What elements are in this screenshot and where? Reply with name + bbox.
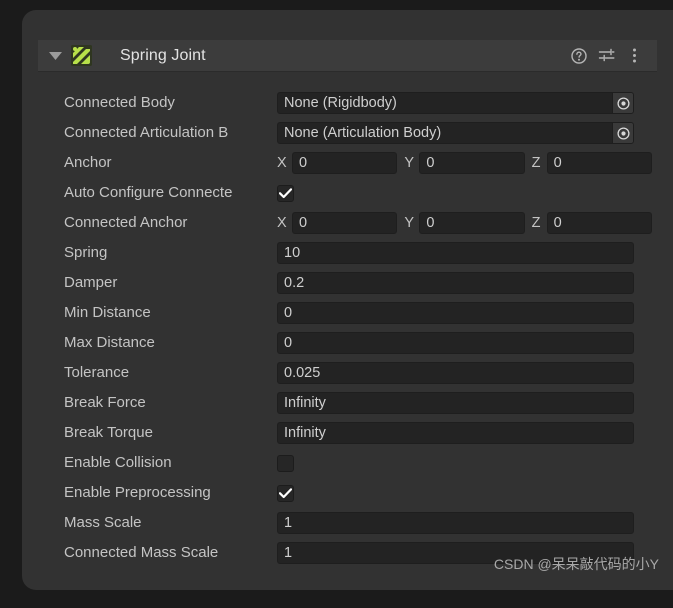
component-header[interactable]: Spring Joint: [38, 40, 657, 72]
row-label-break-torque: Break Torque: [64, 424, 153, 441]
row-label-mass-scale: Mass Scale: [64, 514, 142, 531]
row-label-enable-collision: Enable Collision: [64, 454, 172, 471]
row-field-max-distance: [277, 332, 634, 354]
anchor-y-input[interactable]: [419, 152, 525, 174]
property-row: Max Distance: [22, 328, 673, 358]
anchor-x-input[interactable]: [292, 152, 398, 174]
property-row: Connected Body None (Rigidbody): [22, 88, 673, 118]
enable-collision-checkbox[interactable]: [277, 454, 294, 472]
row-field-anchor: X Y Z: [277, 152, 652, 174]
connected-anchor-z-input[interactable]: [546, 212, 652, 234]
row-field-mass-scale: [277, 512, 634, 534]
property-row: Spring: [22, 238, 673, 268]
property-row: Connected Mass Scale: [22, 538, 673, 568]
property-row: Connected Articulation B None (Articulati…: [22, 118, 673, 148]
connected-articulation-body-object-field[interactable]: None (Articulation Body): [277, 122, 634, 144]
component-title: Spring Joint: [120, 46, 206, 64]
property-row: Enable Preprocessing: [22, 478, 673, 508]
row-field-connected-body: None (Rigidbody): [277, 92, 634, 114]
connected-articulation-body-value: None (Articulation Body): [284, 125, 442, 141]
row-label-connected-body: Connected Body: [64, 94, 175, 111]
anchor-vector3: X Y Z: [277, 152, 652, 174]
row-label-damper: Damper: [64, 274, 118, 291]
anchor-y-label[interactable]: Y: [404, 155, 419, 171]
property-row: Auto Configure Connecte: [22, 178, 673, 208]
connected-anchor-vector3: X Y Z: [277, 212, 652, 234]
break-force-input[interactable]: [277, 392, 634, 414]
property-row: Enable Collision: [22, 448, 673, 478]
property-row: Break Torque: [22, 418, 673, 448]
property-list: Connected Body None (Rigidbody) Connected …: [22, 88, 673, 568]
row-label-max-distance: Max Distance: [64, 334, 155, 351]
help-icon[interactable]: [570, 47, 587, 64]
row-field-connected-anchor: X Y Z: [277, 212, 652, 234]
connected-anchor-y-input[interactable]: [419, 212, 525, 234]
damper-input[interactable]: [277, 272, 634, 294]
row-field-break-torque: [277, 422, 634, 444]
preset-icon[interactable]: [598, 47, 615, 64]
property-row: Mass Scale: [22, 508, 673, 538]
row-field-enable-preprocessing: [277, 484, 294, 502]
min-distance-input[interactable]: [277, 302, 634, 324]
connected-anchor-y-label[interactable]: Y: [404, 215, 419, 231]
row-field-min-distance: [277, 302, 634, 324]
connected-body-value: None (Rigidbody): [284, 95, 397, 111]
connected-anchor-x-part: X: [277, 212, 398, 234]
row-field-enable-collision: [277, 454, 294, 472]
anchor-z-label[interactable]: Z: [532, 155, 547, 171]
row-field-spring: [277, 242, 634, 264]
property-row: Tolerance: [22, 358, 673, 388]
row-field-break-force: [277, 392, 634, 414]
anchor-y-part: Y: [404, 152, 525, 174]
row-field-connected-mass-scale: [277, 542, 634, 564]
connected-anchor-y-part: Y: [404, 212, 525, 234]
connected-anchor-z-label[interactable]: Z: [532, 215, 547, 231]
property-row: Break Force: [22, 388, 673, 418]
max-distance-input[interactable]: [277, 332, 634, 354]
connected-body-picker-icon[interactable]: [612, 93, 633, 113]
row-label-break-force: Break Force: [64, 394, 146, 411]
property-row: Anchor X Y Z: [22, 148, 673, 178]
foldout-arrow-icon[interactable]: [49, 51, 62, 60]
row-label-spring: Spring: [64, 244, 108, 261]
property-row: Connected Anchor X Y Z: [22, 208, 673, 238]
mass-scale-input[interactable]: [277, 512, 634, 534]
spring-input[interactable]: [277, 242, 634, 264]
row-field-auto-configure-connected-anchor: [277, 184, 294, 202]
connected-articulation-body-picker-icon[interactable]: [612, 123, 633, 143]
header-icon-group: [570, 47, 643, 64]
row-label-anchor: Anchor: [64, 154, 112, 171]
row-field-connected-articulation-body: None (Articulation Body): [277, 122, 634, 144]
row-label-connected-mass-scale: Connected Mass Scale: [64, 544, 219, 561]
connected-anchor-x-input[interactable]: [292, 212, 398, 234]
row-label-tolerance: Tolerance: [64, 364, 130, 381]
row-label-connected-articulation-body: Connected Articulation B: [64, 124, 229, 141]
enable-preprocessing-checkbox[interactable]: [277, 484, 294, 502]
more-menu-icon[interactable]: [626, 47, 643, 64]
connected-anchor-z-part: Z: [532, 212, 652, 234]
inspector-panel: Spring Joint Connected Body None (Rigidb…: [22, 10, 673, 590]
auto-configure-connected-anchor-checkbox[interactable]: [277, 184, 294, 202]
row-label-auto-configure-connected-anchor: Auto Configure Connecte: [64, 184, 233, 201]
connected-mass-scale-input[interactable]: [277, 542, 634, 564]
anchor-z-input[interactable]: [546, 152, 652, 174]
anchor-x-part: X: [277, 152, 398, 174]
property-row: Min Distance: [22, 298, 673, 328]
tolerance-input[interactable]: [277, 362, 634, 384]
row-label-connected-anchor: Connected Anchor: [64, 214, 188, 231]
row-label-min-distance: Min Distance: [64, 304, 151, 321]
row-label-enable-preprocessing: Enable Preprocessing: [64, 484, 211, 501]
connected-body-object-field[interactable]: None (Rigidbody): [277, 92, 634, 114]
break-torque-input[interactable]: [277, 422, 634, 444]
row-field-damper: [277, 272, 634, 294]
spring-joint-icon: [71, 45, 92, 66]
anchor-z-part: Z: [532, 152, 652, 174]
property-row: Damper: [22, 268, 673, 298]
connected-anchor-x-label[interactable]: X: [277, 215, 292, 231]
anchor-x-label[interactable]: X: [277, 155, 292, 171]
row-field-tolerance: [277, 362, 634, 384]
